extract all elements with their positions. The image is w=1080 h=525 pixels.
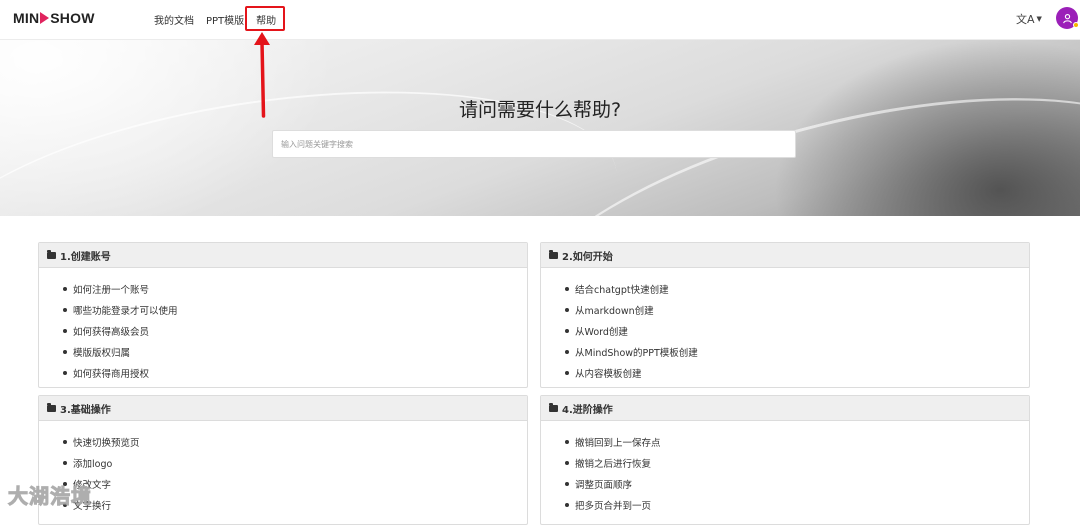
- logo-play-icon: [40, 12, 50, 24]
- hero-banner: 请问需要什么帮助? 输入问题关键字搜索: [0, 40, 1080, 216]
- section-card-how-to-start: 2.如何开始 结合chatgpt快速创建 从markdown创建 从Word创建…: [540, 242, 1030, 388]
- help-link[interactable]: 哪些功能登录才可以使用: [63, 299, 527, 320]
- folder-icon: [549, 402, 558, 412]
- chevron-down-icon: ▼: [1036, 15, 1042, 23]
- red-arrow-annotation: [254, 32, 270, 118]
- avatar[interactable]: [1056, 7, 1079, 29]
- help-link[interactable]: 修改文字: [63, 473, 527, 494]
- folder-icon: [47, 402, 56, 412]
- section-card-create-account: 1.创建账号 如何注册一个账号 哪些功能登录才可以使用 如何获得高级会员 模版版…: [38, 242, 528, 388]
- help-link[interactable]: 撤销之后进行恢复: [565, 452, 1029, 473]
- section-title: 3.基础操作: [60, 404, 111, 416]
- help-link[interactable]: 如何获得高级会员: [63, 320, 527, 341]
- folder-icon: [47, 249, 56, 259]
- section-header: 2.如何开始: [541, 243, 1029, 268]
- watermark: 大湖浩境: [8, 484, 92, 509]
- notification-dot: [1073, 22, 1079, 28]
- help-highlight-box: [245, 6, 285, 31]
- section-header: 1.创建账号: [39, 243, 527, 268]
- help-link[interactable]: 从内容模板创建: [565, 362, 1029, 383]
- search-input[interactable]: 输入问题关键字搜索: [272, 130, 796, 158]
- help-link[interactable]: 从markdown创建: [565, 299, 1029, 320]
- user-icon: [1062, 13, 1072, 23]
- help-link[interactable]: 文字换行: [63, 494, 527, 515]
- search-placeholder: 输入问题关键字搜索: [281, 139, 353, 149]
- logo-text-right: SHOW: [50, 10, 95, 26]
- help-link[interactable]: 调整页面顺序: [565, 473, 1029, 494]
- help-link[interactable]: 添加logo: [63, 452, 527, 473]
- mindshow-logo[interactable]: MIN SHOW: [13, 10, 95, 26]
- section-header: 3.基础操作: [39, 396, 527, 421]
- section-title: 2.如何开始: [562, 251, 613, 263]
- logo-text-left: MIN: [13, 10, 40, 26]
- nav-ppt-templates[interactable]: PPT模版: [206, 12, 244, 27]
- help-link[interactable]: 从Word创建: [565, 320, 1029, 341]
- help-link[interactable]: 模版版权归属: [63, 341, 527, 362]
- help-link[interactable]: 如何获得商用授权: [63, 362, 527, 383]
- help-link[interactable]: 快速切换预览页: [63, 431, 527, 452]
- section-card-basic-operations: 3.基础操作 快速切换预览页 添加logo 修改文字 文字换行: [38, 395, 528, 525]
- help-link[interactable]: 撤销回到上一保存点: [565, 431, 1029, 452]
- help-link[interactable]: 如何注册一个账号: [63, 278, 527, 299]
- nav-my-documents[interactable]: 我的文档: [154, 12, 194, 27]
- section-title: 1.创建账号: [60, 251, 111, 263]
- help-link[interactable]: 结合chatgpt快速创建: [565, 278, 1029, 299]
- section-title: 4.进阶操作: [562, 404, 613, 416]
- section-card-advanced-operations: 4.进阶操作 撤销回到上一保存点 撤销之后进行恢复 调整页面顺序 把多页合并到一…: [540, 395, 1030, 525]
- hero-title: 请问需要什么帮助?: [458, 99, 622, 121]
- help-link[interactable]: 把多页合并到一页: [565, 494, 1029, 515]
- section-header: 4.进阶操作: [541, 396, 1029, 421]
- folder-icon: [549, 249, 558, 259]
- top-header: MIN SHOW 我的文档 PPT模版 帮助 文A ▼: [0, 0, 1080, 40]
- translate-icon: 文A: [1016, 13, 1035, 26]
- help-link[interactable]: 从MindShow的PPT模板创建: [565, 341, 1029, 362]
- language-switcher[interactable]: 文A ▼: [1016, 11, 1042, 27]
